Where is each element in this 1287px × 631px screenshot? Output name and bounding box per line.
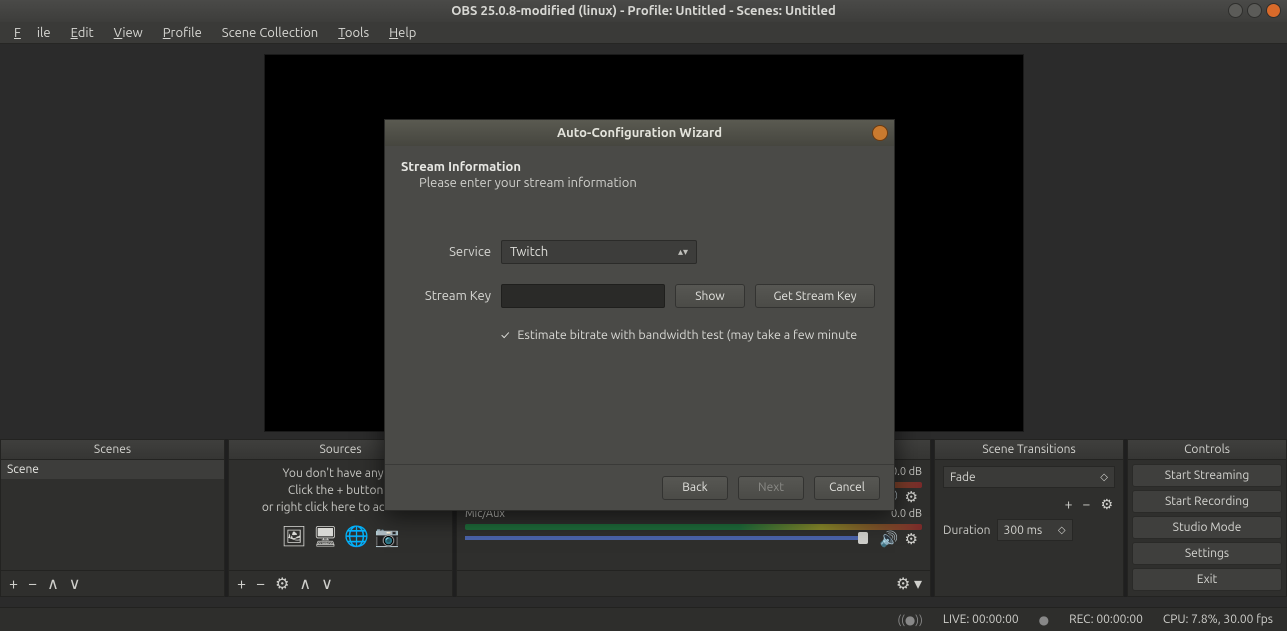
menu-help[interactable]: Help (381, 24, 424, 42)
estimate-bitrate-label: Estimate bitrate with bandwidth test (ma… (517, 328, 857, 342)
status-cpu: CPU: 7.8%, 30.00 fps (1163, 613, 1273, 626)
next-button: Next (738, 476, 804, 500)
scene-down-button[interactable]: ∨ (69, 574, 81, 593)
service-select[interactable]: Twitch ▴▾ (501, 240, 697, 264)
source-down-button[interactable]: ∨ (321, 574, 333, 593)
transition-selected-label: Fade (950, 471, 976, 484)
menu-profile[interactable]: Profile (155, 24, 210, 42)
remove-transition-button[interactable]: − (1083, 496, 1091, 513)
service-label: Service (401, 245, 491, 259)
menu-scene-collection[interactable]: Scene Collection (214, 24, 326, 42)
transitions-panel: Scene Transitions Fade ◇ + − ⚙ Duration … (934, 439, 1124, 597)
window-title: OBS 25.0.8-modified (linux) - Profile: U… (451, 4, 836, 18)
menu-edit[interactable]: Edit (63, 24, 102, 42)
remove-source-button[interactable]: − (256, 575, 265, 593)
studio-mode-button[interactable]: Studio Mode (1132, 516, 1282, 539)
menu-file[interactable]: File (6, 24, 59, 42)
broadcast-icon: ((●)) (897, 613, 923, 627)
mixer-channel-mic: Mic/Aux 0.0 dB 🔊 ⚙ (465, 508, 922, 540)
menubar: File Edit View Profile Scene Collection … (0, 22, 1287, 44)
transition-settings-button[interactable]: ⚙ (1100, 496, 1113, 513)
streamkey-input[interactable] (501, 284, 665, 308)
streamkey-label: Stream Key (401, 289, 491, 303)
dialog-heading: Stream Information (401, 160, 878, 174)
gear-icon[interactable]: ⚙ (905, 530, 918, 548)
settings-button[interactable]: Settings (1132, 542, 1282, 565)
dialog-close-button[interactable] (872, 125, 888, 141)
menu-tools[interactable]: Tools (330, 24, 377, 42)
speaker-icon[interactable]: 🔊 (880, 530, 899, 548)
close-icon[interactable] (1266, 3, 1281, 18)
mixer-ch2-meter (465, 524, 922, 530)
statusbar: ((●)) LIVE: 00:00:00 ● REC: 00:00:00 CPU… (0, 607, 1287, 631)
gear-icon[interactable]: ⚙ (905, 488, 918, 506)
duration-value: 300 ms (1004, 524, 1043, 537)
minimize-icon[interactable] (1228, 3, 1243, 18)
mixer-settings-button[interactable]: ⚙ ▾ (896, 574, 922, 593)
controls-panel: Controls Start Streaming Start Recording… (1127, 439, 1287, 597)
image-source-icon: 🖼 (281, 522, 306, 550)
dialog-title: Auto-Configuration Wizard (557, 126, 722, 140)
estimate-bitrate-checkbox[interactable]: ✓ (501, 329, 509, 342)
chevron-updown-icon: ◇ (1100, 471, 1108, 483)
show-button[interactable]: Show (675, 284, 745, 308)
start-recording-button[interactable]: Start Recording (1132, 490, 1282, 513)
mixer-ch2-db: 0.0 dB (891, 508, 922, 520)
dialog-titlebar[interactable]: Auto-Configuration Wizard (385, 120, 894, 146)
scenes-header: Scenes (1, 440, 224, 460)
remove-scene-button[interactable]: − (28, 575, 37, 593)
transitions-header: Scene Transitions (935, 440, 1123, 460)
exit-button[interactable]: Exit (1132, 568, 1282, 591)
scenes-panel: Scenes Scene + − ∧ ∨ (0, 439, 225, 597)
dialog-subheading: Please enter your stream information (401, 176, 878, 190)
auto-config-wizard-dialog: Auto-Configuration Wizard Stream Informa… (384, 119, 895, 511)
cancel-button[interactable]: Cancel (814, 476, 880, 500)
duration-stepper[interactable]: 300 ms ◇ (997, 519, 1073, 541)
mixer-ch1-db: 0.0 dB (891, 466, 922, 478)
record-icon: ● (1039, 613, 1049, 627)
controls-header: Controls (1128, 440, 1286, 460)
menu-view[interactable]: View (106, 24, 151, 42)
add-transition-button[interactable]: + (1065, 496, 1073, 513)
back-button[interactable]: Back (662, 476, 728, 500)
duration-label: Duration (943, 524, 991, 537)
transition-select[interactable]: Fade ◇ (943, 466, 1115, 488)
chevron-updown-icon: ▴▾ (678, 249, 688, 255)
browser-source-icon: 🌐 (344, 522, 369, 550)
get-stream-key-button[interactable]: Get Stream Key (755, 284, 875, 308)
camera-source-icon: 📷 (375, 522, 400, 550)
source-settings-button[interactable]: ⚙ (275, 574, 289, 593)
display-source-icon: 🖥 (313, 522, 338, 550)
mixer-ch2-slider[interactable] (465, 536, 862, 540)
add-scene-button[interactable]: + (9, 575, 18, 593)
window-titlebar: OBS 25.0.8-modified (linux) - Profile: U… (0, 0, 1287, 22)
scene-item[interactable]: Scene (1, 460, 224, 479)
service-value: Twitch (510, 245, 548, 259)
start-streaming-button[interactable]: Start Streaming (1132, 464, 1282, 487)
scene-up-button[interactable]: ∧ (47, 574, 59, 593)
add-source-button[interactable]: + (237, 575, 246, 593)
maximize-icon[interactable] (1247, 3, 1262, 18)
source-up-button[interactable]: ∧ (299, 574, 311, 593)
status-rec: REC: 00:00:00 (1069, 613, 1143, 626)
chevron-updown-icon: ◇ (1058, 524, 1066, 536)
status-live: LIVE: 00:00:00 (943, 613, 1019, 626)
